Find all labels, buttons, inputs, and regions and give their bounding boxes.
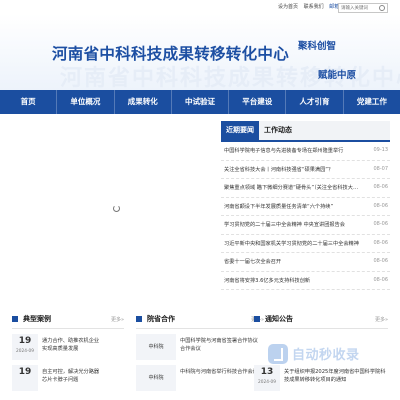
nav-item-party[interactable]: 党建工作 <box>344 90 400 114</box>
nav-item-talent[interactable]: 人才引育 <box>286 90 344 114</box>
date-day: 19 <box>18 336 32 346</box>
notice-more-link[interactable]: 更多» <box>375 316 388 323</box>
coop-title: 院省合作 <box>147 315 175 323</box>
loading-spinner-icon <box>113 205 120 212</box>
watermark: 自动秒收录 <box>268 340 386 370</box>
date-box: 19 <box>12 365 38 391</box>
watermark-text: 自动秒收录 <box>292 348 360 363</box>
news-title[interactable]: 中国科学院电子信息与先进装备专场在郑州隆重举行 <box>224 147 362 154</box>
slideshow[interactable] <box>0 114 218 304</box>
news-title[interactable]: 关注全省科技大会丨河南科技强省“硕果满园”？ <box>224 166 362 173</box>
nav-item-transfer[interactable]: 成果转化 <box>115 90 172 114</box>
section-square-icon <box>254 316 260 322</box>
news-date: 08-06 <box>373 239 388 246</box>
news-tabs: 近期要闻 工作动态 <box>221 121 390 142</box>
coop-item[interactable]: 中科院 中科院与河南省举行科技合作会议 <box>136 365 264 391</box>
notice-title: 通知公告 <box>265 315 293 323</box>
coop-item[interactable]: 中科院 中国科学院与河南省签署合作协议 合作会议 <box>136 334 264 360</box>
top-links: 设为首页 联系我们 邮箱 <box>278 3 343 10</box>
news-title[interactable]: 习近平新中央和国家机关学习贯彻党的二十届三中全会精神 <box>224 240 362 247</box>
coop-section: 院省合作 更多» 中科院 中国科学院与河南省签署合作协议 合作会议 中科院 中科… <box>136 311 264 391</box>
site-title: 河南省中科科技成果转移转化中心 <box>52 45 290 63</box>
tab-work-updates[interactable]: 工作动态 <box>264 121 292 140</box>
section-square-icon <box>136 316 142 322</box>
notice-header: 通知公告 更多» <box>254 311 388 329</box>
nav-item-home[interactable]: 首页 <box>0 90 58 114</box>
news-title[interactable]: 省委十一届七次全会召开 <box>224 258 362 265</box>
search-input[interactable] <box>341 4 375 12</box>
section-square-icon <box>12 316 18 322</box>
cases-header: 典型案例 更多» <box>12 311 124 329</box>
news-date: 08-06 <box>373 258 388 264</box>
news-item[interactable]: 关注全省科技大会丨河南科技强省“硕果满园”？ 08-07 <box>221 161 390 179</box>
case-text[interactable]: 自主可控，解决光分路器芯片卡脖子问题 <box>42 368 102 384</box>
date-day: 19 <box>18 367 32 377</box>
news-item[interactable]: 河南省将安排3.6亿多元支持科技创新 08-06 <box>221 272 390 290</box>
case-item[interactable]: 19 自主可控，解决光分路器芯片卡脖子问题 <box>12 365 124 391</box>
date-box: 19 2024-09 <box>12 334 38 360</box>
slogan-line2: 赋能中原 <box>318 70 357 81</box>
cases-section: 典型案例 更多» 19 2024-09 通力合作、助推农机企业实现高质量发展 1… <box>12 311 124 391</box>
main-nav: 首页 单位概况 成果转化 中试验证 平台建设 人才引育 党建工作 <box>0 90 400 114</box>
news-date: 08-07 <box>373 165 388 172</box>
coop-text[interactable]: 中科院与河南省举行科技合作会议 <box>180 368 264 376</box>
news-item[interactable]: 河南省颠设下半年发展质量任务清单“六个持续” 08-06 <box>221 198 390 216</box>
news-title[interactable]: 河南省颠设下半年发展质量任务清单“六个持续” <box>224 203 362 210</box>
search-icon[interactable] <box>379 5 385 11</box>
coop-header: 院省合作 更多» <box>136 311 264 329</box>
news-title[interactable]: 学习贯彻党的二十届三中全会精神 中央宣讲团报告会 <box>224 221 362 228</box>
news-list: 中国科学院电子信息与先进装备专场在郑州隆重举行 09-13 关注全省科技大会丨河南… <box>221 142 390 290</box>
top-bar: 设为首页 联系我们 邮箱 <box>0 0 400 14</box>
slogan-line1: 聚科创智 <box>298 41 337 52</box>
news-panel: 近期要闻 工作动态 中国科学院电子信息与先进装备专场在郑州隆重举行 09-13 关… <box>221 121 390 290</box>
case-item[interactable]: 19 2024-09 通力合作、助推农机企业实现高质量发展 <box>12 334 124 360</box>
org-label: 中科院 <box>136 365 176 391</box>
contact-link[interactable]: 联系我们 <box>304 4 324 10</box>
news-date: 08-06 <box>373 184 388 190</box>
notice-text[interactable]: 关于组织申报2025年度河南省中国科学院科技成果转移转化项目的通知 <box>284 368 388 384</box>
cases-title: 典型案例 <box>23 315 51 323</box>
case-text[interactable]: 通力合作、助推农机企业实现高质量发展 <box>42 337 102 353</box>
watermark-logo-icon <box>268 344 288 364</box>
nav-item-platform[interactable]: 平台建设 <box>229 90 287 114</box>
news-item[interactable]: 习近平新中央和国家机关学习贯彻党的二十届三中全会精神 08-06 <box>221 235 390 253</box>
org-label: 中科院 <box>136 334 176 360</box>
news-item[interactable]: 学习贯彻党的二十届三中全会精神 中央宣讲团报告会 08-06 <box>221 216 390 235</box>
nav-item-pilot[interactable]: 中试验证 <box>172 90 230 114</box>
date-year-month: 2024-09 <box>16 349 34 354</box>
news-date: 09-13 <box>373 147 388 153</box>
cases-more-link[interactable]: 更多» <box>111 316 124 323</box>
site-banner: 河南省中科科技成果转移转化中心 河南省中科科技成果转移转化中心 聚科创智 赋能中… <box>0 14 400 90</box>
set-homepage-link[interactable]: 设为首页 <box>278 4 298 10</box>
coop-text[interactable]: 中国科学院与河南省签署合作协议 合作会议 <box>180 337 264 353</box>
news-date: 08-06 <box>373 202 388 209</box>
news-item[interactable]: 省委十一届七次全会召开 08-06 <box>221 253 390 272</box>
date-year-month: 2024-09 <box>258 380 276 385</box>
news-title[interactable]: 河南省将安排3.6亿多元支持科技创新 <box>224 277 362 284</box>
nav-item-overview[interactable]: 单位概况 <box>57 90 115 114</box>
news-date: 08-06 <box>373 276 388 283</box>
tab-recent-news[interactable]: 近期要闻 <box>221 121 259 140</box>
news-item[interactable]: 中国科学院电子信息与先进装备专场在郑州隆重举行 09-13 <box>221 142 390 161</box>
news-date: 08-06 <box>373 221 388 227</box>
search-box <box>338 3 388 13</box>
news-title[interactable]: 聚焦重点领域 瞄下微细分赛道“硬骨头”（关注全省科技大会） <box>224 184 362 191</box>
news-item[interactable]: 聚焦重点领域 瞄下微细分赛道“硬骨头”（关注全省科技大会） 08-06 <box>221 179 390 198</box>
